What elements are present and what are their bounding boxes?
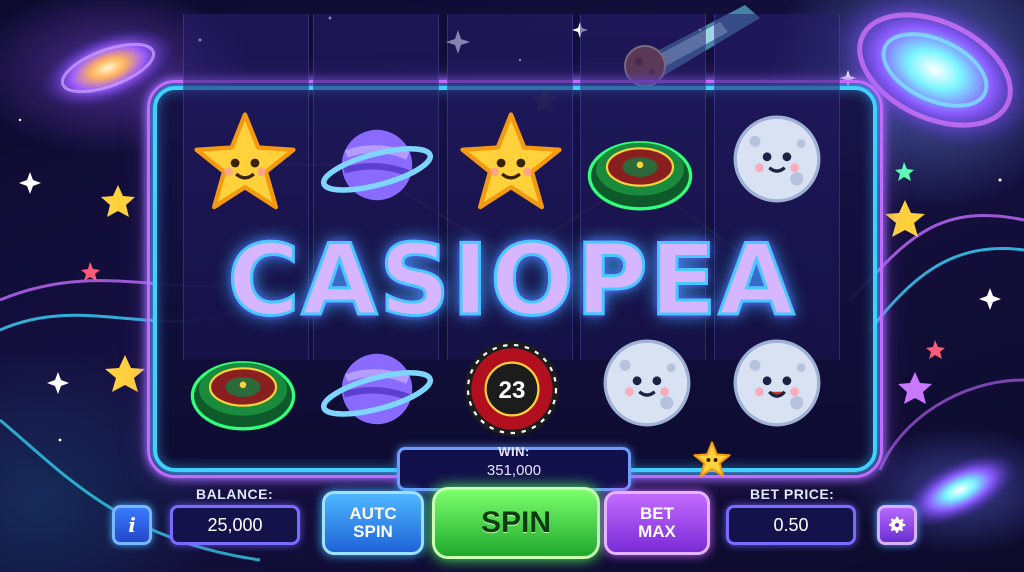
planet-icon bbox=[320, 334, 434, 444]
roulette-icon bbox=[585, 112, 695, 222]
moon-icon bbox=[722, 104, 832, 214]
bet-max-button[interactable]: BET MAX bbox=[604, 491, 710, 555]
balance-value: 25,000 bbox=[170, 505, 300, 545]
bet-price-label: BET PRICE: bbox=[750, 486, 835, 502]
spin-button[interactable]: SPIN bbox=[432, 487, 600, 559]
roulette-wheel-icon: 23 bbox=[457, 334, 567, 444]
auto-spin-button[interactable]: AUTC SPIN bbox=[322, 491, 424, 555]
win-value: 351,000 bbox=[486, 462, 542, 479]
settings-button[interactable] bbox=[877, 505, 917, 545]
star-icon bbox=[190, 108, 300, 218]
info-button[interactable]: i bbox=[112, 505, 152, 545]
moon-icon bbox=[592, 328, 702, 438]
game-title: CASIOPEA bbox=[226, 224, 797, 338]
balance-label: BALANCE: bbox=[196, 486, 274, 502]
planet-icon bbox=[320, 110, 434, 220]
roulette-icon bbox=[188, 332, 298, 442]
star-icon bbox=[456, 108, 566, 218]
star-icon bbox=[692, 440, 732, 480]
moon-icon bbox=[722, 328, 832, 438]
info-icon: i bbox=[128, 513, 136, 537]
settings-gear-icon bbox=[889, 516, 906, 533]
bet-price-value: 0.50 bbox=[726, 505, 856, 545]
win-display: WIN: 351,000 bbox=[397, 444, 631, 491]
win-label: WIN: bbox=[498, 444, 530, 459]
roulette-number: 23 bbox=[499, 377, 526, 404]
